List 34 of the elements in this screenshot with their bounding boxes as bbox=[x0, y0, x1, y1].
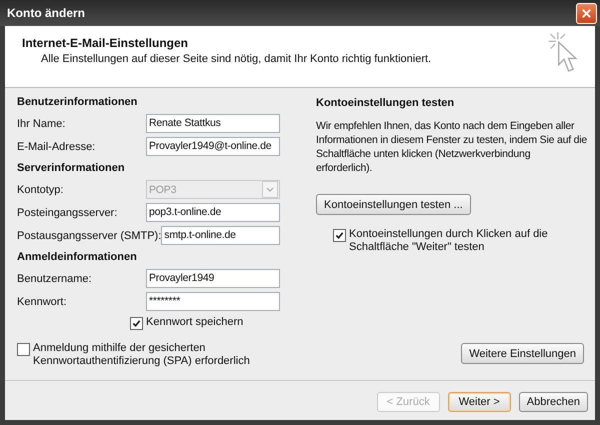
checkbox-label: Anmeldung mithilfe der gesicherten Kennwortauthentifizierung (SPA) erforderlich bbox=[33, 342, 251, 368]
field-label: Kontotyp: bbox=[17, 184, 64, 196]
checkbox[interactable] bbox=[333, 229, 346, 242]
more-settings-button[interactable]: Weitere Einstellungen bbox=[461, 343, 584, 364]
section-heading: Anmeldeinformationen bbox=[17, 251, 138, 263]
close-icon bbox=[581, 8, 592, 18]
checkbox-label: Kennwort speichern bbox=[146, 316, 244, 328]
checkbox-label: Kontoeinstellungen durch Klicken auf die Schaltfläche "Weiter" testen bbox=[349, 228, 549, 254]
section-heading: Benutzerinformationen bbox=[17, 96, 138, 108]
input-field[interactable]: smtp.t-online.de bbox=[161, 226, 280, 245]
description-text: Wir empfehlen Ihnen, das Konto nach dem Eingeben aller Informationen in diesem Fenster zu testen, indem Sie auf die Schaltfläche unten klicken (Netzwerkverbindung erforderlich). bbox=[316, 119, 588, 175]
close-button[interactable] bbox=[576, 2, 597, 24]
input-field[interactable]: Renate Stattkus bbox=[146, 114, 280, 133]
test-settings-button[interactable]: Kontoeinstellungen testen ... bbox=[316, 194, 471, 215]
section-heading: Serverinformationen bbox=[17, 162, 126, 174]
input-field[interactable]: ******** bbox=[146, 292, 280, 311]
field-label: Postausgangsserver (SMTP): bbox=[17, 230, 162, 242]
field-label: Kennwort: bbox=[17, 296, 67, 308]
input-field[interactable]: Provayler1949@t-online.de bbox=[146, 137, 280, 156]
checkbox[interactable] bbox=[130, 317, 143, 330]
page-title: Internet-E-Mail-Einstellungen bbox=[22, 36, 190, 50]
checkbox[interactable] bbox=[17, 343, 30, 356]
dialog-button[interactable]: Abbrechen bbox=[518, 392, 588, 412]
input-field[interactable]: pop3.t-online.de bbox=[146, 203, 280, 222]
field-label: Ihr Name: bbox=[17, 118, 66, 130]
field-label: Posteingangsserver: bbox=[17, 206, 118, 218]
field-label: Benutzername: bbox=[17, 272, 92, 284]
page-subtitle: Alle Einstellungen auf dieser Seite sind nötig, damit Ihr Konto richtig funktioniert. bbox=[40, 53, 432, 65]
window-title: Konto ändern bbox=[7, 6, 85, 20]
section-heading: Kontoeinstellungen testen bbox=[316, 97, 454, 109]
dialog-button[interactable]: Weiter > bbox=[448, 392, 511, 412]
field-label: E-Mail-Adresse: bbox=[17, 140, 96, 152]
input-field[interactable]: Provayler1949 bbox=[146, 269, 280, 288]
chevron-down-icon bbox=[266, 187, 274, 192]
